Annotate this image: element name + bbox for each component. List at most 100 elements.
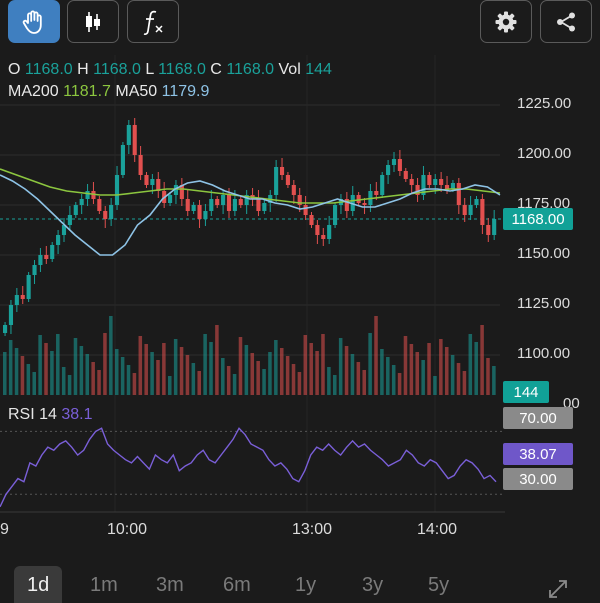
candle-body [109,205,114,219]
volume-bar [50,351,54,395]
low-value: 1168.0 [158,61,206,78]
moving-average-legend: MA200 1181.7 MA50 1179.9 [8,83,209,101]
ma200-label: MA200 [8,83,59,100]
candle-body [132,125,137,155]
candle-body [114,175,120,205]
candle-body [433,179,438,185]
volume-bar [386,357,390,395]
volume-bar [197,371,201,395]
candle-body [150,179,155,185]
price-tick-1125: 1125.00 [517,295,571,312]
close-label: C [210,61,222,78]
volume-value: 144 [305,61,332,78]
candle-body [38,255,43,265]
volume-bar [486,358,490,395]
tab-1y[interactable]: 1y [295,574,316,597]
candle-body [3,325,8,333]
tab-3m[interactable]: 3m [156,574,184,597]
period-tabs: 1d 1m 3m 6m 1y 3y 5y [0,566,600,603]
volume-bar [38,335,42,395]
volume-bar [427,343,431,395]
volume-bar [61,367,66,395]
ma50-value: 1179.9 [161,83,210,100]
volume-bar [103,333,107,395]
price-tick-1150: 1150.00 [517,245,571,262]
volume-bar [391,365,396,395]
volume-bar [397,373,402,395]
ohlc-legend: O 1168.0 H 1168.0 L 1168.0 C 1168.0 Vol … [8,61,332,79]
candle-body [73,205,78,215]
volume-badge: 144 [503,381,549,403]
candle-body [303,205,308,215]
ma200-value: 1181.7 [63,83,111,100]
price-tick-1200: 1200.00 [517,145,572,162]
volume-bar [144,344,148,395]
open-value: 1168.0 [24,61,73,78]
candle-body [291,185,296,195]
rsi-label: RSI 14 [8,406,57,423]
low-label: L [145,61,154,78]
volume-bar [209,342,213,395]
volume-bar [380,349,384,395]
volume-bar [150,352,154,395]
time-tick-partial: 9 [0,521,9,538]
volume-bar [67,375,72,395]
volume-bar [492,366,496,395]
volume-bar [73,338,78,395]
volume-bar [409,344,414,395]
tab-1m[interactable]: 1m [90,574,118,597]
candle-body [56,235,61,245]
volume-bar [444,347,449,395]
tab-6m[interactable]: 6m [223,574,251,597]
candle-body [439,179,444,185]
volume-bar [344,346,349,395]
candle-body [279,167,285,175]
candle-body [32,265,37,275]
volume-bar [350,354,355,395]
open-label: O [8,61,21,78]
volume-bar [333,375,337,395]
candle-body [468,205,473,215]
volume-bar [480,325,484,395]
candle-body [315,225,320,235]
volume-bar [291,364,296,395]
price-tick-1225: 1225.00 [517,95,572,112]
volume-bar [221,358,225,395]
candle-body [14,295,19,305]
candle-body [362,203,367,205]
candle-body [144,175,149,185]
candle-body [462,205,467,215]
rsi-legend-value: 38.1 [61,406,93,423]
time-tick-1300: 13:00 [292,521,333,538]
candle-body [409,179,414,185]
candle-body [274,167,279,195]
volume-bar [79,346,84,395]
volume-bar [32,372,36,395]
volume-bar [244,345,249,395]
candle-body [126,125,131,145]
volume-bar [279,348,284,395]
volume-bar [132,373,137,395]
expand-icon[interactable] [547,578,569,600]
tab-5y[interactable]: 5y [428,574,449,597]
candle-body [197,205,202,219]
candle-body [221,195,226,205]
candle-body [333,205,338,225]
last-price-badge: 1168.00 [503,208,573,230]
volume-bar [168,376,172,395]
candle-body [386,165,391,175]
volume-bar [250,353,255,395]
candle-body [427,175,432,185]
volume-bar [274,340,278,395]
rsi-line [0,427,497,508]
candle-body [309,215,314,225]
candle-body [456,183,461,205]
volume-bar [474,342,478,395]
volume-bar [468,334,473,395]
tab-3y[interactable]: 3y [362,574,383,597]
volume-bar [56,334,60,395]
ma50-label: MA50 [115,83,158,100]
candle-body [168,195,173,203]
volume-bar [356,362,361,395]
tab-1d[interactable]: 1d [14,566,63,603]
